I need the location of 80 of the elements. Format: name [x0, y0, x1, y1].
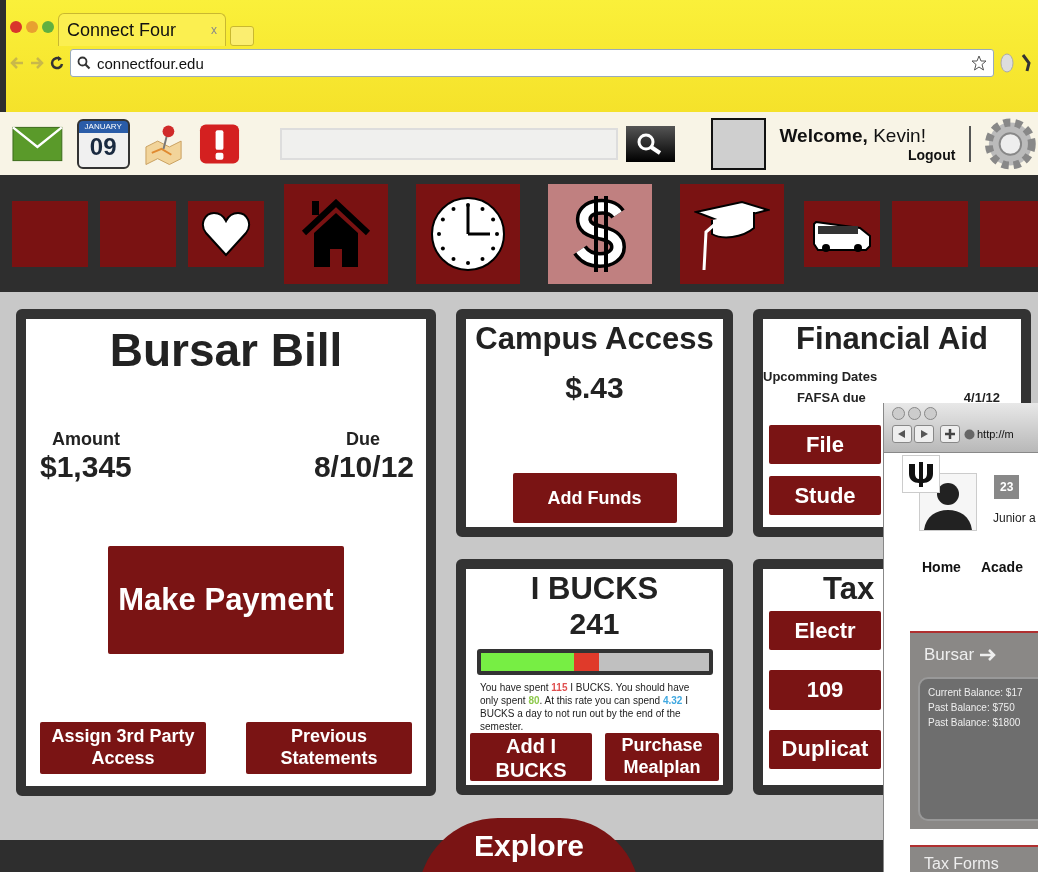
amount-label: Amount — [51, 429, 120, 450]
amount-value: $1,345 — [40, 450, 132, 484]
card-button[interactable]: Previous Statements — [246, 722, 412, 774]
clock-icon — [430, 195, 506, 272]
card-title: Bursar Bill — [109, 323, 343, 377]
bookmark-star-icon[interactable] — [971, 55, 987, 71]
card-button[interactable]: 109 — [769, 670, 881, 710]
trident-logo-icon — [902, 455, 940, 493]
search-field[interactable] — [279, 127, 618, 160]
calendar-icon[interactable]: JANUARY 09 — [76, 118, 130, 169]
nav-tile[interactable] — [284, 183, 388, 284]
card-title: Financial Aid — [795, 321, 989, 357]
date-value: 4/1/12 — [963, 390, 1000, 405]
globe-icon — [964, 428, 975, 440]
nav-tile[interactable] — [416, 183, 520, 284]
date-name: FAFSA due — [797, 390, 866, 405]
card-button[interactable]: Electr — [769, 611, 881, 651]
reload-icon[interactable] — [50, 55, 64, 71]
balance-value: $.43 — [565, 371, 624, 405]
close-window-button[interactable] — [10, 21, 22, 33]
balance-line: Past Balance: $1800 — [928, 717, 1022, 728]
map-pin-icon[interactable] — [143, 122, 185, 165]
due-date: 8/10/12 — [313, 450, 414, 484]
address-bar[interactable]: http://m — [964, 428, 1014, 440]
nav-link[interactable]: Home — [922, 559, 961, 575]
add-button[interactable] — [940, 425, 960, 443]
spending-message: You have spent 115 I BUCKS. You should have only spent 80. At this rate you can spend 4.32 I BUCKS a day to not run out by the end of the semester. — [479, 681, 691, 733]
card-button[interactable]: File — [769, 425, 881, 464]
window-control-button[interactable] — [892, 407, 905, 420]
arrow-right-icon[interactable] — [980, 649, 997, 661]
url-text: connectfour.edu — [97, 54, 205, 72]
calendar-month: JANUARY — [84, 120, 122, 133]
search-button[interactable] — [625, 125, 675, 162]
tab-title: Connect Four — [67, 19, 177, 41]
back-button[interactable] — [892, 425, 912, 443]
window-control-button[interactable] — [908, 407, 921, 420]
browser-tab[interactable]: Connect Four x — [58, 13, 226, 46]
nav-tile[interactable] — [980, 200, 1038, 267]
card-button[interactable]: Duplicat — [769, 729, 881, 769]
dates-heading: Upcomming Dates — [763, 369, 879, 384]
triangle-left-icon — [898, 430, 906, 438]
triangle-right-icon — [920, 430, 928, 438]
alert-icon[interactable] — [198, 122, 240, 165]
forward-button[interactable] — [914, 425, 934, 443]
welcome-text: Welcome, Kevin! — [779, 124, 927, 147]
card-title: I BUCKS — [530, 571, 659, 607]
card-title: Campus Access — [475, 321, 714, 357]
make-payment-button[interactable]: Make Payment — [108, 546, 344, 654]
nav-link[interactable]: Acade — [980, 559, 1023, 575]
card-button[interactable]: Stude — [769, 476, 881, 515]
profile-subtitle: Junior a — [993, 511, 1036, 525]
logout-link[interactable]: Logout — [907, 146, 956, 163]
balance-value: 241 — [569, 607, 620, 641]
plus-icon — [945, 429, 955, 439]
nav-tile[interactable] — [548, 183, 652, 284]
nav-tile[interactable] — [680, 183, 784, 284]
maximize-window-button[interactable] — [42, 21, 54, 33]
count-badge: 23 — [994, 475, 1020, 499]
address-bar[interactable]: connectfour.edu — [70, 49, 994, 77]
nav-tile[interactable] — [188, 200, 264, 267]
search-icon — [77, 56, 91, 70]
due-label: Due — [346, 429, 380, 450]
add-funds-button[interactable]: Add Funds — [512, 473, 677, 523]
card-button[interactable]: Purchase Mealplan — [605, 733, 719, 781]
house-icon — [300, 198, 372, 269]
balance-line: Current Balance: $17 — [928, 687, 1024, 698]
url-text: http://m — [977, 428, 1014, 440]
avatar-photo-placeholder[interactable] — [710, 117, 766, 170]
nav-tile[interactable] — [804, 200, 880, 267]
nav-tile[interactable] — [892, 200, 968, 267]
calendar-day: 09 — [89, 132, 117, 161]
card-title: Tax — [823, 571, 876, 607]
heart-icon — [201, 210, 251, 257]
nav-tile[interactable] — [100, 200, 176, 267]
card-button[interactable]: Assign 3rd Party Access — [40, 722, 206, 774]
mail-icon[interactable] — [12, 125, 63, 162]
nav-tile[interactable] — [12, 200, 88, 267]
window-control-button[interactable] — [924, 407, 937, 420]
balance-line: Past Balance: $750 — [928, 702, 1016, 713]
card-button[interactable]: Add I BUCKS — [470, 733, 592, 781]
